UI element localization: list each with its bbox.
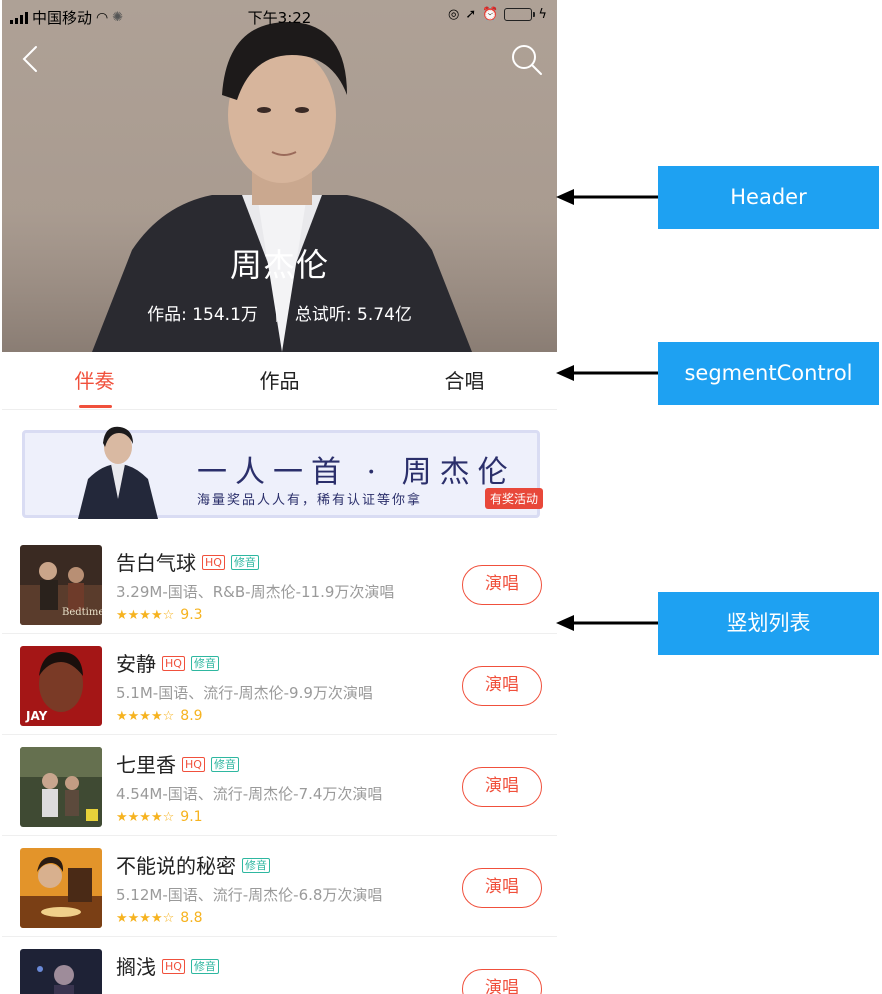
sing-button[interactable]: 演唱	[462, 565, 542, 605]
rating-stars: ★★★★☆	[116, 911, 175, 926]
song-title: 七里香 HQ 修音	[116, 749, 239, 778]
sing-button[interactable]: 演唱	[462, 666, 542, 706]
artist-name: 周杰伦	[229, 246, 329, 284]
rating-score: 8.9	[180, 708, 203, 724]
hq-badge: HQ	[182, 757, 205, 772]
song-rating: ★★★★☆ 8.8	[116, 910, 203, 926]
list-arrow-icon	[556, 615, 660, 631]
album-cover: Bedtime	[20, 545, 102, 625]
rating-score: 9.1	[180, 809, 203, 825]
tab-chorus[interactable]: 合唱	[372, 352, 557, 410]
header-arrow-icon	[556, 189, 660, 205]
tab-works[interactable]: 作品	[187, 352, 372, 410]
artist-header: 中国移动 ◠ ✺ 下午3:22 ◎ ➚ ⏰ ϟ 周杰伦 作品: 154.1万 总…	[2, 0, 557, 352]
stats-divider	[275, 308, 277, 322]
back-button[interactable]	[18, 44, 44, 74]
list-annotation: 竖划列表	[658, 592, 879, 655]
song-list: Bedtime 告白气球 HQ 修音 3.29M-国语、R&B-周杰伦-11.9万次…	[2, 533, 557, 994]
banner-title: 一人一首 · 周杰伦	[197, 455, 516, 490]
tuning-badge: 修音	[190, 656, 219, 671]
search-icon[interactable]	[508, 42, 544, 76]
rating-stars: ★★★★☆	[116, 810, 175, 825]
tuning-badge: 修音	[210, 757, 239, 772]
album-cover	[20, 949, 102, 994]
album-cover	[20, 747, 102, 827]
segment-annotation: segmentControl	[658, 342, 879, 405]
tuning-badge: 修音	[242, 858, 270, 873]
svg-text:JAY: JAY	[25, 709, 48, 723]
song-meta: 3.29M-国语、R&B-周杰伦-11.9万次演唱	[116, 583, 395, 601]
song-title: 告白气球 HQ 修音	[116, 547, 259, 576]
song-meta: 4.54M-国语、流行-周杰伦-7.4万次演唱	[116, 785, 383, 803]
segment-control: 伴奏 作品 合唱	[2, 352, 557, 410]
song-title: 搁浅 HQ 修音	[116, 951, 219, 980]
rating-score: 8.8	[180, 910, 203, 926]
total-plays: 总试听: 5.74亿	[294, 305, 412, 325]
tuning-badge: 修音	[190, 959, 219, 974]
location-icon: ➚	[465, 7, 477, 22]
song-meta: 5.12M-国语、流行-周杰伦-6.8万次演唱	[116, 886, 383, 904]
rating-stars: ★★★★☆	[116, 608, 175, 623]
song-row[interactable]: Bedtime 告白气球 HQ 修音 3.29M-国语、R&B-周杰伦-11.9万次…	[2, 533, 557, 634]
album-cover: JAY	[20, 646, 102, 726]
banner-badge: 有奖活动	[484, 488, 543, 509]
banner-subtitle: 海量奖品人人有，稀有认证等你拿	[197, 493, 423, 508]
rating-score: 9.3	[180, 607, 203, 623]
sing-button[interactable]: 演唱	[462, 868, 542, 908]
charging-icon: ϟ	[538, 7, 547, 22]
status-bar: 中国移动 ◠ ✺ 下午3:22 ◎ ➚ ⏰ ϟ	[2, 0, 557, 34]
sing-button[interactable]: 演唱	[462, 969, 542, 994]
album-cover	[20, 848, 102, 928]
tab-accompaniment[interactable]: 伴奏	[2, 352, 187, 410]
status-right: ◎ ➚ ⏰ ϟ	[448, 7, 547, 22]
rating-stars: ★★★★☆	[116, 709, 175, 724]
hq-badge: HQ	[162, 656, 185, 671]
song-meta: 5.1M-国语、流行-周杰伦-9.9万次演唱	[116, 684, 373, 702]
alarm-icon: ⏰	[482, 7, 499, 22]
hq-badge: HQ	[162, 959, 185, 974]
song-row[interactable]: JAY 安静 HQ 修音 5.1M-国语、流行-周杰伦-9.9万次演唱 ★★★★☆ 8…	[2, 634, 557, 735]
active-tab-indicator	[79, 405, 112, 408]
song-row[interactable]: 搁浅 HQ 修音 演唱	[2, 937, 557, 994]
works-count: 作品: 154.1万	[147, 305, 258, 325]
song-title: 不能说的秘密 修音	[116, 850, 270, 879]
hq-badge: HQ	[202, 555, 225, 570]
phone-screen: 中国移动 ◠ ✺ 下午3:22 ◎ ➚ ⏰ ϟ 周杰伦 作品: 154.1万 总…	[2, 0, 557, 994]
segment-arrow-icon	[556, 365, 660, 381]
svg-text:Bedtime: Bedtime	[62, 607, 102, 618]
header-annotation: Header	[658, 166, 879, 229]
tuning-badge: 修音	[230, 555, 259, 570]
sing-button[interactable]: 演唱	[462, 767, 542, 807]
orientation-lock-icon: ◎	[447, 7, 460, 22]
song-rating: ★★★★☆ 8.9	[116, 708, 203, 724]
song-row[interactable]: 不能说的秘密 修音 5.12M-国语、流行-周杰伦-6.8万次演唱 ★★★★☆ 8.…	[2, 836, 557, 937]
page: 中国移动 ◠ ✺ 下午3:22 ◎ ➚ ⏰ ϟ 周杰伦 作品: 154.1万 总…	[0, 0, 882, 994]
song-rating: ★★★★☆ 9.3	[116, 607, 203, 623]
song-row[interactable]: 七里香 HQ 修音 4.54M-国语、流行-周杰伦-7.4万次演唱 ★★★★☆ 9.1…	[2, 735, 557, 836]
battery-icon	[504, 8, 536, 21]
banner-artist-figure	[78, 426, 158, 519]
artist-stats: 作品: 154.1万 总试听: 5.74亿	[2, 300, 557, 325]
promo-banner[interactable]: 一人一首 · 周杰伦 海量奖品人人有，稀有认证等你拿 有奖活动	[22, 426, 543, 519]
song-rating: ★★★★☆ 9.1	[116, 809, 203, 825]
song-title: 安静 HQ 修音	[116, 648, 219, 677]
